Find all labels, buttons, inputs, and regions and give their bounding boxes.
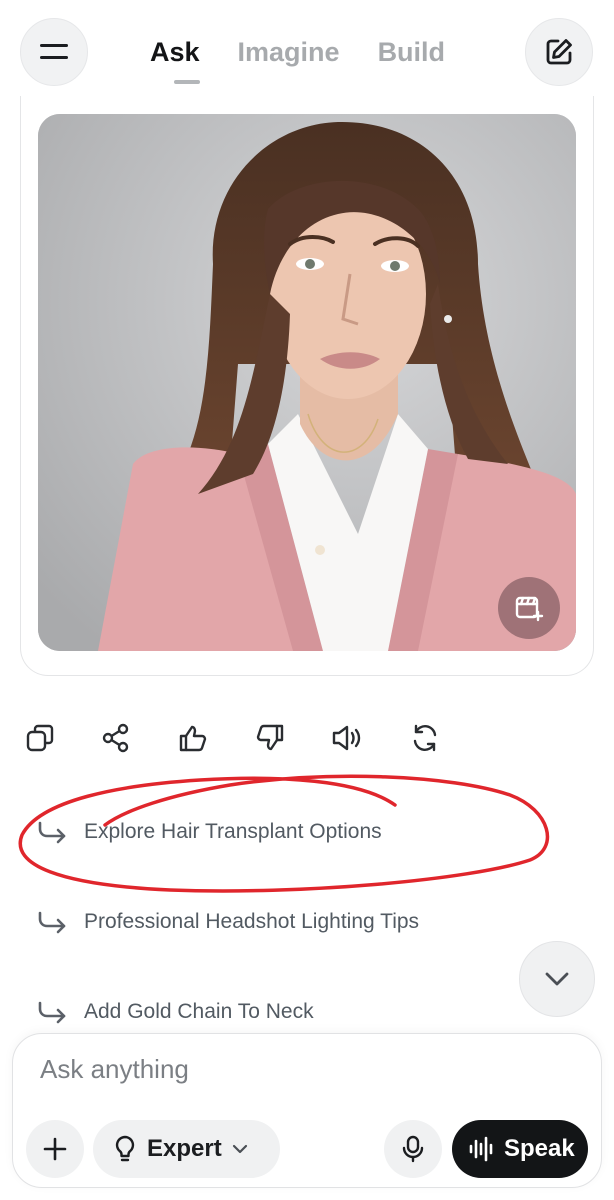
scroll-to-bottom-button[interactable] — [519, 941, 595, 1017]
suggestion-label: Explore Hair Transplant Options — [84, 820, 382, 843]
suggestion-item[interactable]: Professional Headshot Lighting Tips — [34, 902, 419, 942]
response-actions — [0, 714, 614, 764]
generated-portrait-image[interactable] — [38, 114, 576, 651]
suggestion-label: Professional Headshot Lighting Tips — [84, 910, 420, 933]
follow-up-arrow-icon — [38, 911, 66, 934]
active-tab-indicator — [174, 80, 200, 84]
thumbs-up-icon — [179, 725, 207, 752]
edit-image-button[interactable] — [498, 577, 560, 639]
speak-button[interactable]: Speak — [452, 1120, 588, 1178]
chevron-down-icon — [545, 972, 569, 986]
portrait-illustration — [38, 114, 576, 651]
speaker-icon — [332, 725, 361, 751]
thumbs-down-icon — [256, 724, 284, 751]
tab-ask[interactable]: Ask — [150, 30, 200, 80]
speak-label: Speak — [504, 1135, 575, 1162]
new-chat-button[interactable] — [525, 18, 593, 86]
mode-label: Expert — [147, 1135, 222, 1162]
tab-imagine[interactable]: Imagine — [238, 30, 340, 80]
lightbulb-icon — [115, 1135, 135, 1162]
top-bar: Ask Imagine Build — [0, 0, 614, 100]
tab-build[interactable]: Build — [378, 30, 446, 80]
message-input[interactable]: Ask anything — [40, 1054, 189, 1085]
read-aloud-button[interactable] — [323, 714, 371, 762]
regenerate-icon — [413, 724, 437, 752]
microphone-icon — [402, 1135, 424, 1163]
add-attachment-button[interactable] — [26, 1120, 84, 1178]
suggestion-label: Add Gold Chain To Neck — [84, 1000, 314, 1023]
mode-selector[interactable]: Expert — [93, 1120, 280, 1178]
suggestion-item[interactable]: Add Gold Chain To Neck — [34, 992, 314, 1032]
suggestion-item[interactable]: Explore Hair Transplant Options — [34, 812, 382, 852]
dislike-button[interactable] — [246, 714, 294, 762]
voice-input-button[interactable] — [384, 1120, 442, 1178]
follow-up-arrow-icon — [38, 821, 66, 844]
edit-icon — [546, 39, 572, 65]
copy-icon — [26, 724, 54, 752]
regenerate-button[interactable] — [401, 714, 449, 762]
menu-icon — [40, 44, 68, 59]
copy-button[interactable] — [16, 714, 64, 762]
image-edit-icon — [515, 596, 544, 622]
menu-button[interactable] — [20, 18, 88, 86]
share-icon — [102, 723, 129, 753]
share-button[interactable] — [92, 714, 140, 762]
chevron-down-icon — [232, 1144, 247, 1154]
plus-icon — [43, 1137, 67, 1161]
voice-waveform-icon — [469, 1136, 493, 1162]
follow-up-arrow-icon — [38, 1001, 66, 1024]
like-button[interactable] — [169, 714, 217, 762]
